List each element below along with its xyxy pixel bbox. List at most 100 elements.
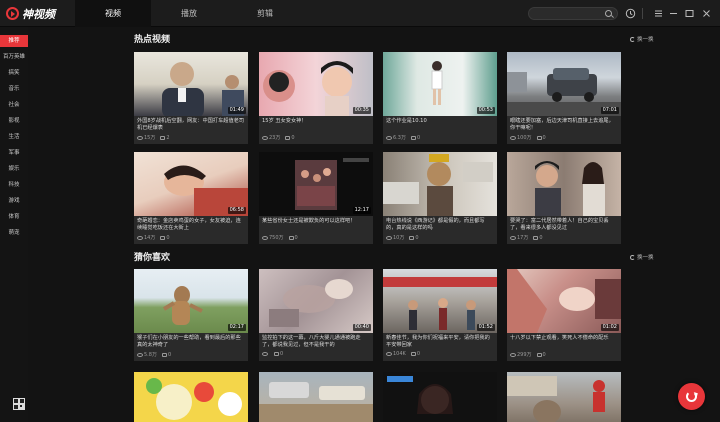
video-thumbnail[interactable]: [507, 372, 621, 422]
thumbnail-image: [507, 376, 605, 422]
video-card[interactable]: 07:01 眼瞎还要加塞，后边天津司机直接上去追尾，你干嘛呢！ 100万 0: [507, 52, 621, 144]
video-comments: 0: [416, 351, 421, 357]
video-thumbnail[interactable]: 01:49: [134, 52, 248, 116]
video-title[interactable]: 15岁 丑女变女神！: [259, 116, 373, 132]
refresh-guess-button[interactable]: 换一换: [630, 253, 654, 261]
clock-icon[interactable]: [625, 8, 636, 19]
video-card[interactable]: 00:40 监控拍下的这一幕，八斤大婴儿通通被跑走了，都说我见过，但不是我干的 …: [259, 269, 373, 361]
sidebar-item-games[interactable]: 游戏: [0, 195, 28, 207]
video-title[interactable]: 奇葩婚恋：金店卖鸡蛋的女子，女友被迫，连续睡觉吃饭还在大街上: [134, 216, 248, 232]
video-card[interactable]: 02:17 猴子们在小朋友的一些帮助，看到最后的那些真的太神奇了 5.8万 0: [134, 269, 248, 361]
video-title[interactable]: 十八岁以下禁止观看，笑死人不偿命的配乐: [507, 333, 621, 349]
video-title[interactable]: 要哭了：富二代居然带着人！自己的宝贝丢了，看来很多人都没见过: [507, 216, 621, 232]
qr-code-icon[interactable]: [13, 398, 25, 410]
video-thumbnail[interactable]: 07:01: [507, 52, 621, 116]
restore-icon[interactable]: [684, 8, 695, 19]
video-card[interactable]: 要哭了：富二代居然带着人！自己的宝贝丢了，看来很多人都没见过 17万 0: [507, 152, 621, 244]
video-thumbnail[interactable]: 02:17: [134, 269, 248, 333]
video-title[interactable]: 某些省份女士还是被欺负的可以这样吧！: [259, 216, 373, 232]
video-card[interactable]: 00:53 这个作业是10.10 6.3万 0: [383, 52, 497, 144]
video-thumbnail[interactable]: [507, 152, 621, 216]
video-card[interactable]: 01:02 十八岁以下禁止观看，笑死人不偿命的配乐 299万 0: [507, 269, 621, 361]
sidebar-item-society[interactable]: 社会: [0, 99, 28, 111]
video-views: 100万: [517, 135, 532, 141]
sidebar-item-life[interactable]: 生活: [0, 131, 28, 143]
video-title[interactable]: 监控拍下的这一幕，八斤大婴儿通通被跑走了，都说我见过，但不是我干的: [259, 333, 373, 349]
video-stats: 6.3万 0: [383, 132, 497, 143]
views-icon: [510, 352, 516, 357]
video-title[interactable]: 这个作业是10.10: [383, 116, 497, 132]
video-thumbnail[interactable]: 12:17: [259, 152, 373, 216]
video-thumbnail[interactable]: 06:58: [134, 152, 248, 216]
sidebar-item-recommend[interactable]: 推荐: [0, 35, 28, 47]
video-title[interactable]: 电台热线说《西游记》都是假的，而且都写的，真的是这样的吗: [383, 216, 497, 232]
tab-play[interactable]: 播放: [151, 0, 227, 27]
video-card[interactable]: [259, 372, 373, 422]
refresh-fab-button[interactable]: [678, 383, 705, 410]
video-thumbnail[interactable]: [134, 372, 248, 422]
video-thumbnail[interactable]: 01:02: [507, 269, 621, 333]
search-input[interactable]: [535, 8, 603, 19]
video-card[interactable]: [383, 372, 497, 422]
views-icon: [386, 352, 392, 356]
video-title[interactable]: 眼瞎还要加塞，后边天津司机直接上去追尾，你干嘛呢！: [507, 116, 621, 132]
video-card[interactable]: [507, 372, 621, 422]
video-card[interactable]: 12:17 某些省份女士还是被欺负的可以这样吧！ 750万 0: [259, 152, 373, 244]
sidebar-item-million-hero[interactable]: 百万英雄: [0, 51, 28, 63]
comments-icon: [274, 352, 279, 356]
sidebar-item-pets[interactable]: 萌宠: [0, 227, 28, 239]
video-thumbnail[interactable]: [259, 372, 373, 422]
video-card[interactable]: 电台热线说《西游记》都是假的，而且都写的，真的是这样的吗 10万 0: [383, 152, 497, 244]
search-icon[interactable]: [605, 10, 612, 17]
sidebar-item-music[interactable]: 音乐: [0, 83, 28, 95]
views-icon: [262, 235, 268, 240]
video-card[interactable]: 01:52 新春佳节，我为你们祝福来平安，请你把我的平安带回家 104K 0: [383, 269, 497, 361]
video-thumbnail[interactable]: 01:52: [383, 269, 497, 333]
comments-icon: [288, 235, 294, 240]
video-stats: 17万 0: [507, 232, 621, 243]
close-icon[interactable]: [701, 8, 712, 19]
video-card[interactable]: 00:35 15岁 丑女变女神！ 23万 0: [259, 52, 373, 144]
comments-icon: [410, 135, 416, 140]
video-stats: 15万 2: [134, 132, 248, 143]
tab-video[interactable]: 视频: [75, 0, 151, 27]
views-icon: [137, 352, 143, 357]
toolbar-divider: [642, 8, 643, 19]
video-thumbnail[interactable]: [383, 372, 497, 422]
sidebar-item-entertainment[interactable]: 娱乐: [0, 163, 28, 175]
video-thumbnail[interactable]: [383, 152, 497, 216]
menu-icon[interactable]: [653, 8, 664, 19]
video-title[interactable]: 猴子们在小朋友的一些帮助，看到最后的那些真的太神奇了: [134, 333, 248, 349]
video-title[interactable]: 外国8岁战机后空翻，网友：中国打车超值老司机已经爆表: [134, 116, 248, 132]
sidebar-item-tech[interactable]: 科技: [0, 179, 28, 191]
video-title[interactable]: 新春佳节，我为你们祝福来平安，请你把我的平安带回家: [383, 333, 497, 349]
sidebar-item-sports[interactable]: 体育: [0, 211, 28, 223]
comments-icon: [160, 135, 166, 140]
sidebar-item-funny[interactable]: 搞笑: [0, 67, 28, 79]
video-thumbnail[interactable]: 00:35: [259, 52, 373, 116]
video-views: 104K: [393, 351, 406, 357]
video-card[interactable]: 06:58 奇葩婚恋：金店卖鸡蛋的女子，女友被迫，连续睡觉吃饭还在大街上 14万…: [134, 152, 248, 244]
minimize-icon[interactable]: [668, 8, 679, 19]
video-card[interactable]: [134, 372, 248, 422]
video-views: 750万: [269, 235, 284, 241]
sidebar-item-film[interactable]: 影视: [0, 115, 28, 127]
video-thumbnail[interactable]: 00:40: [259, 269, 373, 333]
video-stats: 10万 0: [383, 232, 497, 243]
sidebar-item-military[interactable]: 军事: [0, 147, 28, 159]
refresh-hot-button[interactable]: 换一换: [630, 35, 654, 43]
video-views: 17万: [517, 235, 529, 241]
views-icon: [262, 135, 268, 140]
video-comments: 0: [542, 134, 546, 141]
video-card[interactable]: 01:49 外国8岁战机后空翻，网友：中国打车超值老司机已经爆表 15万 2: [134, 52, 248, 144]
video-duration: 01:02: [600, 324, 619, 331]
app-window: 神视频 视频 播放 剪辑 推荐 百万英雄 搞笑 音乐 社会 影视 生活 军事 娱…: [0, 0, 720, 422]
video-comments: 0: [542, 351, 546, 358]
video-duration: 00:40: [352, 324, 371, 331]
thumbnail-image: [535, 161, 605, 216]
video-comments: 0: [415, 234, 419, 241]
app-logo[interactable]: 神视频: [6, 6, 55, 21]
tab-edit[interactable]: 剪辑: [227, 0, 303, 27]
video-duration: 07:01: [600, 107, 619, 114]
video-thumbnail[interactable]: 00:53: [383, 52, 497, 116]
